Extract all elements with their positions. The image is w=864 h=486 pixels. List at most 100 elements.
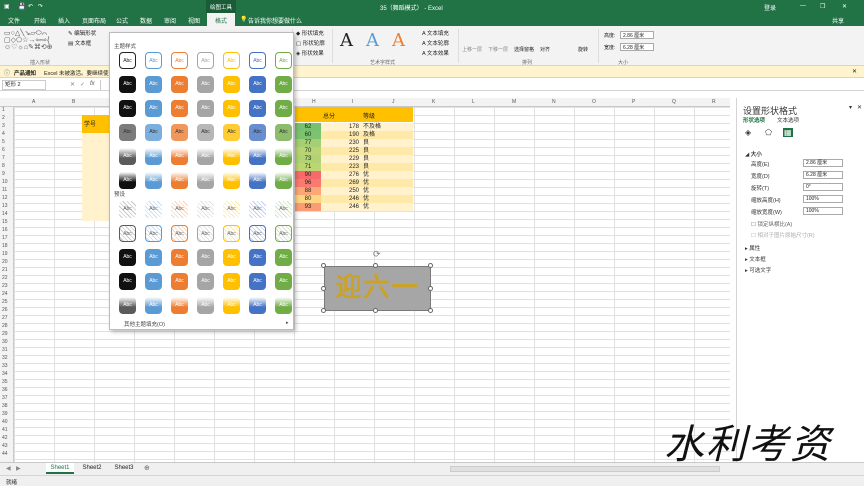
row-header-cell[interactable]: 3 xyxy=(2,123,5,129)
row-header-cell[interactable]: 33 xyxy=(2,363,8,369)
wordart-style-blue[interactable]: A xyxy=(366,30,379,51)
restore-icon[interactable]: ❐ xyxy=(820,3,825,10)
text-outline-button[interactable]: A 文本轮廓 xyxy=(422,39,449,47)
width-input[interactable]: 6.28 厘米 xyxy=(620,43,654,51)
edit-shape-button[interactable]: ✎ 编辑形状 xyxy=(68,29,96,37)
table-cell[interactable]: 250 xyxy=(321,187,361,195)
row-header-cell[interactable]: 37 xyxy=(2,395,8,401)
tab-insert[interactable]: 插入 xyxy=(58,16,70,25)
shape-style-swatch[interactable]: Abc xyxy=(249,172,266,189)
height-input[interactable]: 2.86 厘米 xyxy=(620,31,654,39)
shape-style-swatch[interactable]: Abc xyxy=(249,249,266,266)
table-cell[interactable]: 190 xyxy=(321,131,361,139)
tell-me-search[interactable]: 告诉我你想要做什么 xyxy=(248,16,302,25)
wordart-text[interactable]: 迎六一 xyxy=(325,267,430,310)
shape-style-swatch[interactable]: Abc xyxy=(171,249,188,266)
shape-style-swatch[interactable]: Abc xyxy=(249,100,266,117)
name-box[interactable]: 矩形 2 xyxy=(2,80,46,90)
row-header-cell[interactable]: 38 xyxy=(2,403,8,409)
wordart-style-orange[interactable]: A xyxy=(392,30,405,51)
row-header-cell[interactable]: 36 xyxy=(2,387,8,393)
fill-line-icon[interactable]: ◈ xyxy=(745,128,751,137)
shape-style-swatch[interactable]: Abc xyxy=(197,52,214,69)
shape-style-swatch[interactable]: Abc xyxy=(249,124,266,141)
redo-icon[interactable]: ↷ xyxy=(38,3,43,10)
shape-style-swatch[interactable]: Abc xyxy=(223,172,240,189)
row-header-cell[interactable]: 9 xyxy=(2,171,5,177)
shape-style-swatch[interactable]: Abc xyxy=(223,100,240,117)
close-icon[interactable]: ✕ xyxy=(842,3,847,10)
table-cell[interactable]: 88 xyxy=(295,187,321,195)
row-header-cell[interactable]: 4 xyxy=(2,131,5,137)
resize-handle[interactable] xyxy=(373,308,378,313)
column-header-cell[interactable]: I xyxy=(352,99,353,105)
shape-style-swatch[interactable]: Abc xyxy=(223,273,240,290)
tab-data[interactable]: 数据 xyxy=(140,16,152,25)
shape-style-swatch[interactable]: Abc xyxy=(119,172,136,189)
shape-style-swatch[interactable]: Abc xyxy=(197,172,214,189)
resize-handle[interactable] xyxy=(428,286,433,291)
column-header-cell[interactable]: J xyxy=(392,99,395,105)
shape-style-swatch[interactable]: Abc xyxy=(119,52,136,69)
table-cell[interactable]: 77 xyxy=(295,139,321,147)
tab-formulas[interactable]: 公式 xyxy=(116,16,128,25)
table-cell[interactable]: 229 xyxy=(321,155,361,163)
shape-style-swatch[interactable]: Abc xyxy=(223,225,240,242)
close-notification-icon[interactable]: ✕ xyxy=(852,68,857,75)
header-cell-partial[interactable]: 学号 xyxy=(82,115,109,133)
column-header-cell[interactable]: Q xyxy=(672,99,676,105)
shape-style-swatch[interactable]: Abc xyxy=(223,52,240,69)
shape-style-swatch[interactable]: Abc xyxy=(223,124,240,141)
close-pane-icon[interactable]: ✕ xyxy=(857,104,862,111)
column-header-cell[interactable]: O xyxy=(592,99,596,105)
login-link[interactable]: 登录 xyxy=(764,3,776,12)
shape-style-swatch[interactable]: Abc xyxy=(197,225,214,242)
column-header-cell[interactable]: P xyxy=(632,99,635,105)
tab-page-layout[interactable]: 页面布局 xyxy=(82,16,106,25)
shape-style-swatch[interactable]: Abc xyxy=(275,172,292,189)
function-icon[interactable]: fx xyxy=(90,81,95,87)
shape-style-swatch[interactable]: Abc xyxy=(171,273,188,290)
pane-options-icon[interactable]: ▾ xyxy=(849,104,852,111)
row-header-cell[interactable]: 28 xyxy=(2,323,8,329)
table-header-cell[interactable]: 等级 xyxy=(361,113,413,121)
shape-style-swatch[interactable]: Abc xyxy=(145,52,162,69)
sheet-tab-sheet2[interactable]: Sheet2 xyxy=(78,463,106,474)
properties-section[interactable]: ▸ 属性 xyxy=(745,244,760,252)
shape-style-swatch[interactable]: Abc xyxy=(275,76,292,93)
next-sheet-icon[interactable]: ▶ xyxy=(16,465,21,472)
add-sheet-icon[interactable]: ⊕ xyxy=(144,464,150,472)
column-header-cell[interactable]: N xyxy=(552,99,556,105)
shape-style-swatch[interactable]: Abc xyxy=(275,273,292,290)
size-properties-icon[interactable]: ▦ xyxy=(783,128,793,137)
shape-style-swatch[interactable]: Abc xyxy=(249,225,266,242)
width-input[interactable]: 6.28 厘米 xyxy=(803,171,843,179)
align-button[interactable]: 对齐 xyxy=(540,46,550,53)
more-theme-fills-link[interactable]: 其他主题填充(O) xyxy=(124,320,165,328)
row-header-cell[interactable]: 29 xyxy=(2,331,8,337)
table-cell[interactable]: 276 xyxy=(321,171,361,179)
table-cell[interactable]: 良 xyxy=(361,147,413,155)
cancel-icon[interactable]: ✕ xyxy=(70,81,75,88)
resize-handle[interactable] xyxy=(373,263,378,268)
shape-style-swatch[interactable]: Abc xyxy=(145,124,162,141)
shape-style-swatch[interactable]: Abc xyxy=(275,52,292,69)
table-cell[interactable]: 93 xyxy=(295,203,321,211)
text-options-tab[interactable]: 文本选项 xyxy=(777,116,799,124)
table-cell[interactable]: 优 xyxy=(361,187,413,195)
table-header-cell[interactable] xyxy=(295,113,321,121)
shape-style-swatch[interactable]: Abc xyxy=(119,297,136,314)
table-cell[interactable]: 优 xyxy=(361,195,413,203)
shape-style-swatch[interactable]: Abc xyxy=(171,76,188,93)
shape-style-swatch[interactable]: Abc xyxy=(119,148,136,165)
table-cell[interactable]: 优 xyxy=(361,171,413,179)
table-cell[interactable]: 及格 xyxy=(361,131,413,139)
resize-handle[interactable] xyxy=(321,308,326,313)
shape-style-swatch[interactable]: Abc xyxy=(197,100,214,117)
shape-style-swatch[interactable]: Abc xyxy=(249,201,266,218)
row-header-cell[interactable]: 19 xyxy=(2,251,8,257)
shape-style-swatch[interactable]: Abc xyxy=(223,249,240,266)
resize-handle[interactable] xyxy=(321,263,326,268)
table-cell[interactable]: 71 xyxy=(295,163,321,171)
shape-style-swatch[interactable]: Abc xyxy=(249,273,266,290)
